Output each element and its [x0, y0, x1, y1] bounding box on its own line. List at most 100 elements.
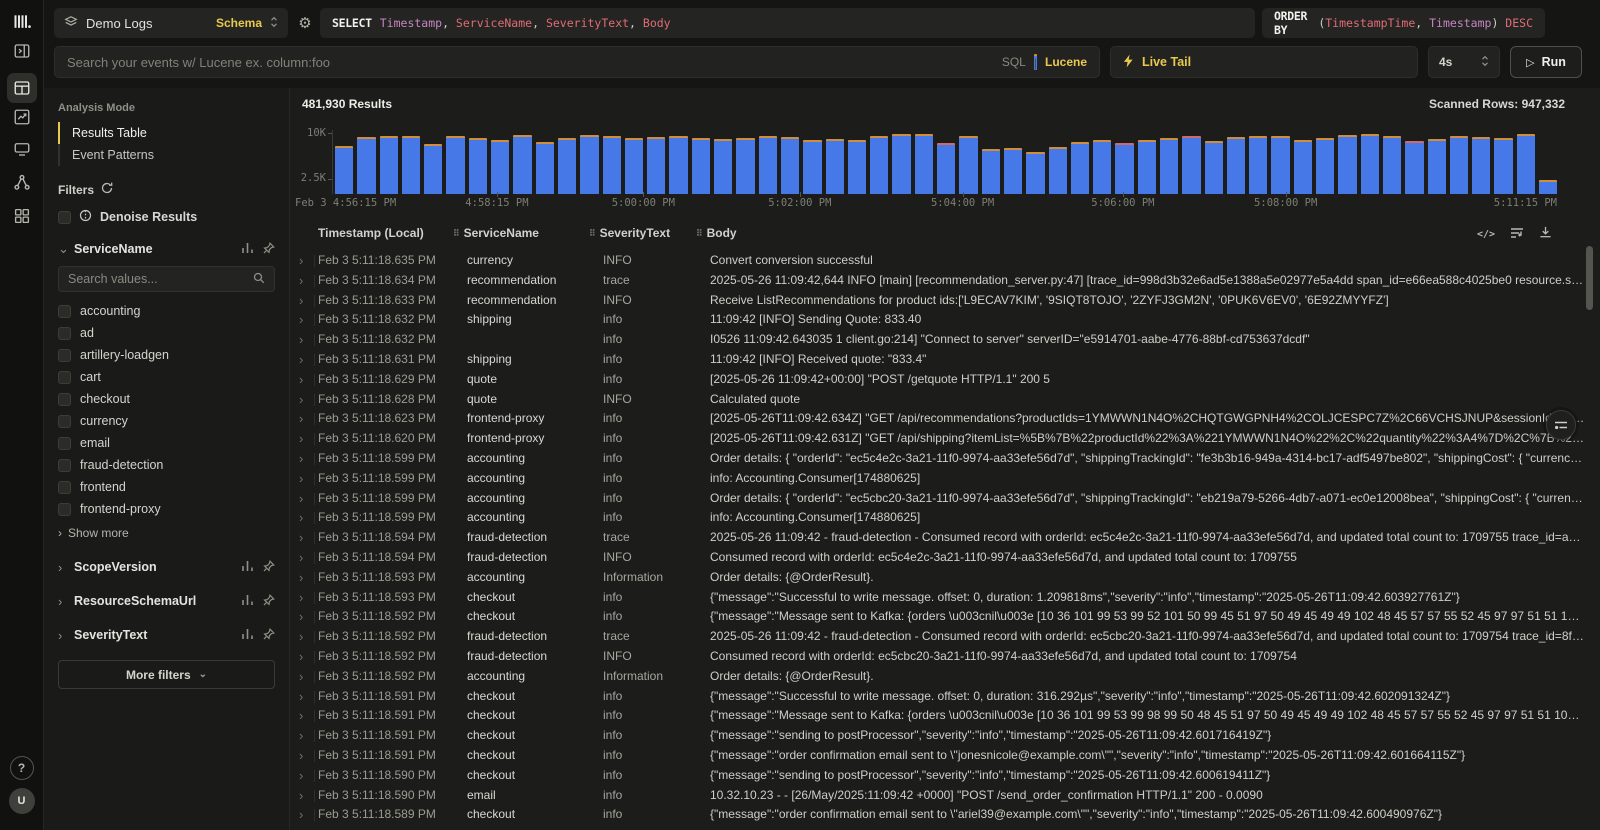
- run-query-button[interactable]: ▷ Run: [1510, 46, 1582, 78]
- expand-row-icon[interactable]: ›: [299, 449, 311, 469]
- histogram-bar[interactable]: [536, 142, 554, 194]
- drag-handle-icon[interactable]: ⠿: [696, 228, 702, 239]
- settings-gear-icon[interactable]: ⚙: [294, 9, 316, 37]
- checkbox[interactable]: [58, 371, 71, 384]
- denoise-results-toggle[interactable]: Denoise Results: [58, 209, 275, 225]
- histogram-bar[interactable]: [1405, 141, 1423, 194]
- filter-group-severitytext[interactable]: ›SeverityText: [58, 624, 275, 646]
- checkbox[interactable]: [58, 393, 71, 406]
- histogram-bar[interactable]: [1472, 137, 1490, 194]
- filter-value-fraud-detection[interactable]: fraud-detection: [58, 454, 275, 476]
- expand-row-icon[interactable]: ›: [299, 647, 311, 667]
- filter-value-ad[interactable]: ad: [58, 322, 275, 344]
- group-pin-icon[interactable]: [263, 242, 275, 257]
- log-row[interactable]: ›Feb 3 5:11:18.590 PMemailinfo10.32.10.2…: [290, 786, 1600, 806]
- filter-group-servicename[interactable]: ⌄ ServiceName: [58, 241, 275, 257]
- histogram-bar[interactable]: [759, 136, 777, 194]
- histogram-bar[interactable]: [1160, 138, 1178, 194]
- histogram-bar[interactable]: [669, 136, 687, 194]
- group-chart-icon[interactable]: [241, 594, 254, 609]
- histogram-bar[interactable]: [781, 137, 799, 194]
- column-header-body[interactable]: ⠿Body: [696, 226, 737, 240]
- histogram-bar[interactable]: [1271, 136, 1289, 194]
- histogram-bar[interactable]: [469, 138, 487, 194]
- histogram-bar[interactable]: [402, 136, 420, 194]
- log-row[interactable]: ›Feb 3 5:11:18.591 PMcheckoutinfo{"messa…: [290, 706, 1600, 726]
- group-pin-icon[interactable]: [263, 594, 275, 609]
- expand-row-icon[interactable]: ›: [299, 429, 311, 449]
- expand-row-icon[interactable]: ›: [299, 687, 311, 707]
- group-chart-icon[interactable]: [241, 560, 254, 575]
- checkbox[interactable]: [58, 415, 71, 428]
- row-options-floating-button[interactable]: [1546, 410, 1576, 440]
- column-header-timestamp[interactable]: Timestamp (Local): [318, 226, 424, 240]
- checkbox[interactable]: [58, 459, 71, 472]
- expand-row-icon[interactable]: ›: [299, 508, 311, 528]
- more-filters-button[interactable]: More filters ⌄: [58, 660, 275, 689]
- view-sql-icon[interactable]: </>: [1477, 229, 1495, 240]
- group-chart-icon[interactable]: [241, 628, 254, 643]
- log-row[interactable]: ›Feb 3 5:11:18.591 PMcheckoutinfo{"messa…: [290, 687, 1600, 707]
- expand-row-icon[interactable]: ›: [299, 330, 311, 350]
- histogram-bar[interactable]: [1227, 137, 1245, 194]
- histogram-bar[interactable]: [491, 140, 509, 194]
- expand-row-icon[interactable]: ›: [299, 766, 311, 786]
- sessions-nav-icon[interactable]: [13, 140, 31, 158]
- histogram-bar[interactable]: [357, 137, 375, 194]
- app-logo-icon[interactable]: [12, 12, 32, 32]
- log-row[interactable]: ›Feb 3 5:11:18.628 PMquoteINFOCalculated…: [290, 390, 1600, 410]
- search-input[interactable]: [67, 55, 1002, 70]
- expand-row-icon[interactable]: ›: [299, 627, 311, 647]
- log-row[interactable]: ›Feb 3 5:11:18.620 PMfrontend-proxyinfo[…: [290, 429, 1600, 449]
- filter-group-resourceschemaurl[interactable]: ›ResourceSchemaUrl: [58, 590, 275, 612]
- refresh-filters-icon[interactable]: [101, 182, 113, 197]
- log-row[interactable]: ›Feb 3 5:11:18.599 PMaccountinginfoOrder…: [290, 449, 1600, 469]
- filter-group-scopeversion[interactable]: ›ScopeVersion: [58, 556, 275, 578]
- expand-row-icon[interactable]: ›: [299, 291, 311, 311]
- expand-row-icon[interactable]: ›: [299, 568, 311, 588]
- histogram-bar[interactable]: [870, 136, 888, 194]
- histogram-bar[interactable]: [1049, 147, 1067, 194]
- histogram-bar[interactable]: [915, 134, 933, 194]
- help-icon[interactable]: ?: [10, 756, 34, 780]
- log-row[interactable]: ›Feb 3 5:11:18.599 PMaccountinginfoOrder…: [290, 489, 1600, 509]
- checkbox[interactable]: [58, 305, 71, 318]
- expand-row-icon[interactable]: ›: [299, 251, 311, 271]
- histogram-bar[interactable]: [1450, 136, 1468, 194]
- expand-row-icon[interactable]: ›: [299, 469, 311, 489]
- histogram-bar[interactable]: [803, 140, 821, 194]
- log-row[interactable]: ›Feb 3 5:11:18.623 PMfrontend-proxyinfo[…: [290, 409, 1600, 429]
- filter-value-cart[interactable]: cart: [58, 366, 275, 388]
- event-search-bar[interactable]: SQL | Lucene: [54, 46, 1100, 78]
- show-more-button[interactable]: › Show more: [58, 522, 275, 544]
- histogram-bar[interactable]: [714, 139, 732, 194]
- filter-value-search[interactable]: [58, 266, 275, 292]
- group-pin-icon[interactable]: [263, 560, 275, 575]
- histogram-bar[interactable]: [335, 146, 353, 194]
- histogram-bar[interactable]: [1494, 138, 1512, 194]
- expand-row-icon[interactable]: ›: [299, 528, 311, 548]
- expand-row-icon[interactable]: ›: [299, 746, 311, 766]
- schema-selector[interactable]: Schema: [216, 16, 262, 30]
- histogram-bar[interactable]: [1338, 135, 1356, 194]
- histogram-bar[interactable]: [580, 135, 598, 194]
- log-row[interactable]: ›Feb 3 5:11:18.599 PMaccountinginfoinfo:…: [290, 469, 1600, 489]
- log-row[interactable]: ›Feb 3 5:11:18.634 PMrecommendationtrace…: [290, 271, 1600, 291]
- histogram-bar[interactable]: [959, 136, 977, 194]
- log-row[interactable]: ›Feb 3 5:11:18.591 PMcheckoutinfo{"messa…: [290, 726, 1600, 746]
- log-row[interactable]: ›Feb 3 5:11:18.633 PMrecommendationINFOR…: [290, 291, 1600, 311]
- chart-explorer-nav-icon[interactable]: [13, 108, 31, 126]
- filter-value-email[interactable]: email: [58, 432, 275, 454]
- log-row[interactable]: ›Feb 3 5:11:18.592 PMfraud-detectiontrac…: [290, 627, 1600, 647]
- expand-row-icon[interactable]: ›: [299, 786, 311, 806]
- expand-row-icon[interactable]: ›: [299, 726, 311, 746]
- histogram-bar[interactable]: [1138, 140, 1156, 194]
- source-selector[interactable]: Demo Logs Schema: [54, 8, 288, 38]
- drag-handle-icon[interactable]: ⠿: [453, 228, 459, 239]
- drag-handle-icon[interactable]: ⠿: [589, 228, 595, 239]
- analysis-mode-event-patterns[interactable]: Event Patterns: [58, 144, 275, 166]
- service-map-nav-icon[interactable]: [12, 173, 31, 192]
- histogram-bar[interactable]: [692, 138, 710, 194]
- histogram-bar[interactable]: [1539, 180, 1557, 194]
- histogram-bar[interactable]: [1316, 138, 1334, 194]
